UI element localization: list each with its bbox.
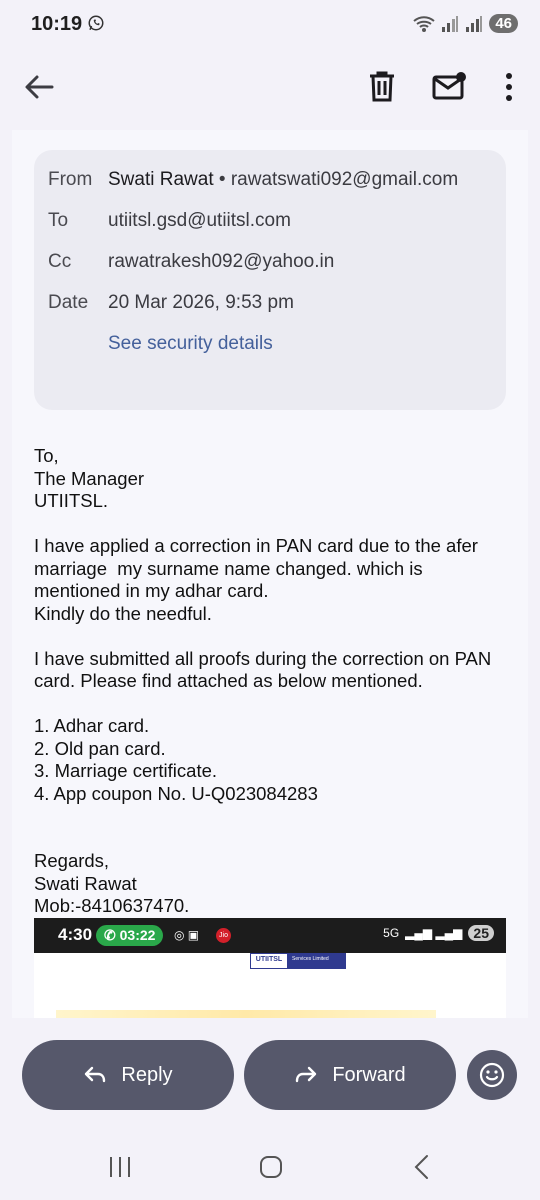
status-bar: 10:19 46 [0,0,540,50]
forward-icon [296,1066,317,1083]
mark-unread-icon[interactable] [432,71,468,101]
email-body: To, The Manager UTIITSL. I have applied … [34,445,492,916]
to-value[interactable]: utiitsl.gsd@utiitsl.com [108,210,291,232]
whatsapp-icon [88,15,104,31]
embedded-status-icons: ◎ ▣ [174,928,200,942]
recents-icon[interactable] [108,1156,132,1178]
wifi-icon [413,15,435,32]
date-value: 20 Mar 2026, 9:53 pm [108,292,294,313]
reply-label: Reply [121,1063,173,1086]
sender-name: Swati Rawat [108,169,214,190]
email-content: From Swati Rawat • rawatswati092@gmail.c… [12,130,528,1018]
utiitsl-logo: UTIITSL Services Limited [250,953,346,969]
sender-email[interactable]: rawatswati092@gmail.com [231,169,458,190]
home-icon[interactable] [259,1155,283,1179]
delete-icon[interactable] [367,70,397,102]
embedded-signal-icon: ▂▄▆ ▂▄▆ [405,926,463,940]
embedded-time: 4:30 [58,925,93,944]
forward-label: Forward [332,1063,406,1086]
call-timer-text: 03:22 [119,927,156,943]
cc-value[interactable]: rawatrakesh092@yahoo.in [108,251,334,273]
embedded-network: 5G [383,926,400,940]
cc-label: Cc [48,251,72,272]
embedded-status-right: 5G ▂▄▆ ▂▄▆ 25 [383,925,494,941]
attached-screenshot-image[interactable]: 4:30 ✆ 03:22 ◎ ▣ Jio 5G ▂▄▆ ▂▄▆ 25 UTIIT… [34,918,506,1018]
smiley-icon [479,1062,505,1088]
embedded-battery: 25 [468,925,494,941]
status-icons: 46 [413,14,518,33]
emoji-reaction-button[interactable] [467,1050,517,1100]
to-label: To [48,210,69,231]
logo-left-text: UTIITSL [250,953,288,969]
signal-icon [442,15,459,32]
logo-right-text: Services Limited [292,956,329,962]
from-value: Swati Rawat • rawatswati092@gmail.com [108,169,458,191]
back-arrow-icon[interactable] [22,70,56,104]
embedded-heading-fragment [56,1010,436,1018]
jio-icon: Jio [216,928,231,943]
nav-back-icon[interactable] [412,1154,432,1180]
battery-badge: 46 [489,14,518,33]
reply-icon [85,1066,106,1083]
app-bar [0,50,540,130]
security-details-link[interactable]: See security details [108,333,273,355]
embedded-call-timer: ✆ 03:22 [96,925,164,946]
signal-icon-2 [466,15,483,32]
email-details-card: From Swati Rawat • rawatswati092@gmail.c… [34,150,506,410]
from-separator: • [218,169,226,190]
date-label: Date [48,292,89,313]
embedded-status-bar: 4:30 ✆ 03:22 ◎ ▣ Jio 5G ▂▄▆ ▂▄▆ 25 [34,918,506,953]
from-label: From [48,169,93,190]
reply-button[interactable]: Reply [22,1040,234,1110]
more-options-icon[interactable] [497,70,521,104]
forward-button[interactable]: Forward [244,1040,456,1110]
system-nav-bar [0,1130,540,1200]
status-time: 10:19 [31,13,83,35]
